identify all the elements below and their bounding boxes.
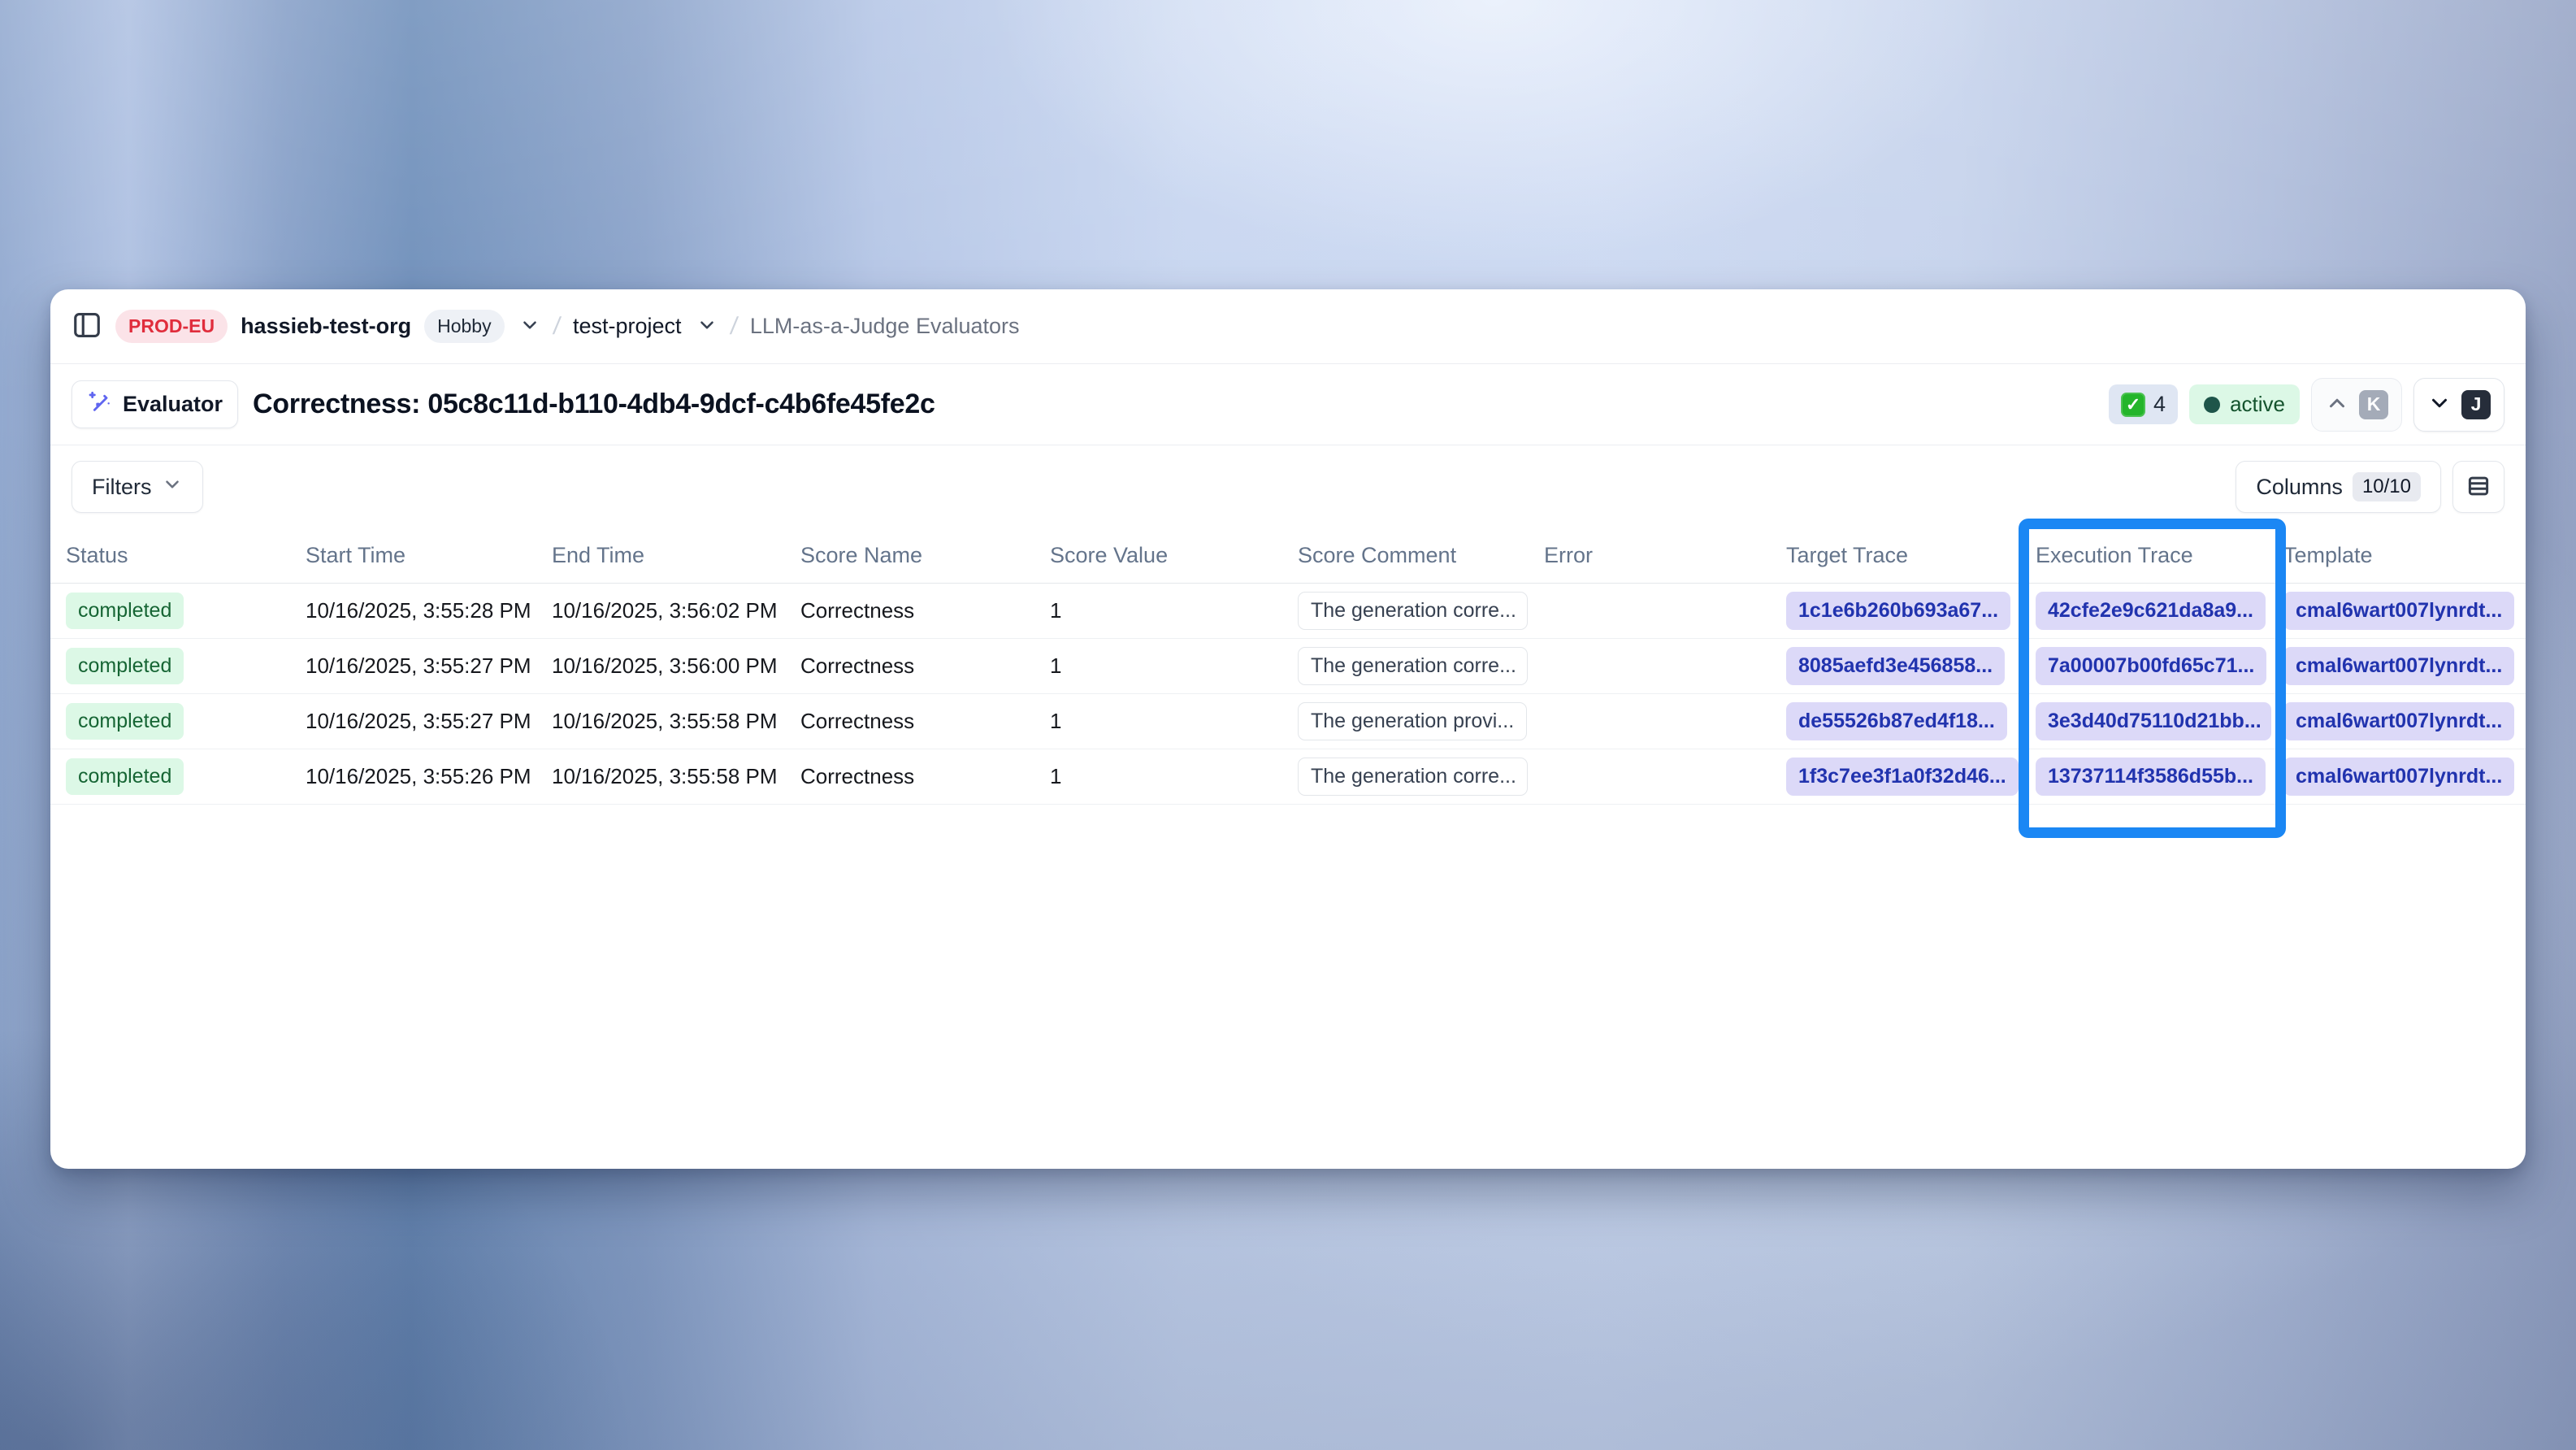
status-badge: completed: [66, 703, 184, 740]
table-toolbar: Filters Columns 10/10: [50, 445, 2526, 528]
app-window: PROD-EU hassieb-test-org Hobby / test-pr…: [50, 289, 2526, 1169]
project-switcher-button[interactable]: [696, 315, 718, 338]
cell-score-value: 1: [1050, 764, 1298, 789]
chevron-down-icon: [2427, 391, 2452, 418]
breadcrumb-separator: /: [728, 313, 739, 341]
target-trace-link[interactable]: 1f3c7ee3f1a0f32d46...: [1786, 758, 2019, 796]
column-header-end-time[interactable]: End Time: [552, 543, 800, 568]
cell-score-name: Correctness: [800, 709, 1050, 734]
column-header-execution-trace[interactable]: Execution Trace: [2036, 543, 2283, 568]
column-header-score-value[interactable]: Score Value: [1050, 543, 1298, 568]
table-row[interactable]: completed 10/16/2025, 3:55:28 PM 10/16/2…: [50, 584, 2526, 639]
cell-end-time: 10/16/2025, 3:55:58 PM: [552, 764, 800, 789]
target-trace-link[interactable]: 8085aefd3e456858...: [1786, 647, 2005, 685]
column-header-score-comment[interactable]: Score Comment: [1298, 543, 1544, 568]
breadcrumb-project[interactable]: test-project: [573, 314, 682, 339]
navigate-next-button[interactable]: J: [2413, 378, 2504, 432]
table-row[interactable]: completed 10/16/2025, 3:55:27 PM 10/16/2…: [50, 694, 2526, 749]
table-row[interactable]: completed 10/16/2025, 3:55:26 PM 10/16/2…: [50, 749, 2526, 805]
environment-badge: PROD-EU: [115, 310, 228, 343]
cell-start-time: 10/16/2025, 3:55:27 PM: [306, 653, 552, 679]
evaluations-table: Status Start Time End Time Score Name Sc…: [50, 528, 2526, 805]
breadcrumb: PROD-EU hassieb-test-org Hobby / test-pr…: [50, 289, 2526, 364]
cell-score-name: Correctness: [800, 653, 1050, 679]
cell-score-name: Correctness: [800, 598, 1050, 623]
evaluator-type-badge: Evaluator: [72, 380, 238, 428]
sidebar-toggle-button[interactable]: [72, 310, 102, 343]
panel-left-icon: [72, 310, 102, 343]
column-header-start-time[interactable]: Start Time: [306, 543, 552, 568]
template-link[interactable]: cmal6wart007lynrdt...: [2283, 647, 2514, 685]
column-header-target-trace[interactable]: Target Trace: [1786, 543, 2036, 568]
target-trace-link[interactable]: de55526b87ed4f18...: [1786, 702, 2007, 740]
completed-count-badge: ✓ 4: [2109, 384, 2178, 424]
template-link[interactable]: cmal6wart007lynrdt...: [2283, 592, 2514, 630]
breadcrumb-separator: /: [551, 313, 562, 341]
column-header-template[interactable]: Template: [2283, 543, 2526, 568]
page-title: Correctness: 05c8c11d-b110-4db4-9dcf-c4b…: [253, 389, 935, 420]
execution-trace-link[interactable]: 7a00007b00fd65c71...: [2036, 647, 2266, 685]
wand-sparkles-icon: [87, 389, 113, 419]
row-height-button[interactable]: [2452, 461, 2504, 513]
chevron-up-icon: [2325, 391, 2349, 418]
score-comment-box[interactable]: The generation provi...: [1298, 702, 1527, 740]
columns-label: Columns: [2256, 475, 2343, 500]
execution-trace-link[interactable]: 42cfe2e9c621da8a9...: [2036, 592, 2266, 630]
cell-end-time: 10/16/2025, 3:56:02 PM: [552, 598, 800, 623]
execution-trace-link[interactable]: 13737114f3586d55b...: [2036, 758, 2266, 796]
shortcut-key-k: K: [2359, 390, 2388, 419]
cell-start-time: 10/16/2025, 3:55:28 PM: [306, 598, 552, 623]
score-comment-box[interactable]: The generation corre...: [1298, 592, 1528, 630]
chevron-down-icon: [162, 474, 183, 501]
table-row[interactable]: completed 10/16/2025, 3:55:27 PM 10/16/2…: [50, 639, 2526, 694]
status-dot-icon: [2204, 397, 2220, 413]
status-badge: active: [2189, 384, 2300, 424]
desktop-background: { "breadcrumb": { "env_badge": "PROD-EU"…: [0, 0, 2576, 1450]
cell-score-name: Correctness: [800, 764, 1050, 789]
filters-button[interactable]: Filters: [72, 461, 203, 513]
org-switcher-button[interactable]: [519, 315, 540, 338]
target-trace-link[interactable]: 1c1e6b260b693a67...: [1786, 592, 2010, 630]
evaluator-type-label: Evaluator: [123, 392, 223, 417]
breadcrumb-org[interactable]: hassieb-test-org: [241, 314, 411, 339]
navigate-previous-button[interactable]: K: [2311, 378, 2402, 432]
rows-icon: [2465, 472, 2492, 502]
cell-score-value: 1: [1050, 653, 1298, 679]
score-comment-box[interactable]: The generation corre...: [1298, 758, 1528, 796]
plan-badge: Hobby: [424, 310, 504, 343]
status-badge: completed: [66, 648, 184, 684]
status-label: active: [2230, 392, 2285, 417]
column-header-status[interactable]: Status: [66, 543, 306, 568]
shortcut-key-j: J: [2461, 390, 2491, 419]
execution-trace-link[interactable]: 3e3d40d75110d21bb...: [2036, 702, 2271, 740]
chevron-down-icon: [519, 315, 540, 338]
table-header-row: Status Start Time End Time Score Name Sc…: [50, 528, 2526, 584]
status-badge: completed: [66, 593, 184, 629]
filters-label: Filters: [92, 475, 152, 500]
template-link[interactable]: cmal6wart007lynrdt...: [2283, 702, 2514, 740]
cell-end-time: 10/16/2025, 3:55:58 PM: [552, 709, 800, 734]
column-header-score-name[interactable]: Score Name: [800, 543, 1050, 568]
cell-start-time: 10/16/2025, 3:55:26 PM: [306, 764, 552, 789]
cell-score-value: 1: [1050, 598, 1298, 623]
chevron-down-icon: [696, 315, 718, 338]
score-comment-box[interactable]: The generation corre...: [1298, 647, 1528, 685]
columns-button[interactable]: Columns 10/10: [2236, 461, 2441, 513]
status-badge: completed: [66, 758, 184, 795]
template-link[interactable]: cmal6wart007lynrdt...: [2283, 758, 2514, 796]
check-icon: ✓: [2121, 393, 2145, 417]
cell-end-time: 10/16/2025, 3:56:00 PM: [552, 653, 800, 679]
cell-start-time: 10/16/2025, 3:55:27 PM: [306, 709, 552, 734]
detail-header: Evaluator Correctness: 05c8c11d-b110-4db…: [50, 364, 2526, 445]
column-header-error[interactable]: Error: [1544, 543, 1786, 568]
columns-count-chip: 10/10: [2353, 472, 2421, 501]
cell-score-value: 1: [1050, 709, 1298, 734]
breadcrumb-page: LLM-as-a-Judge Evaluators: [750, 314, 1020, 339]
completed-count: 4: [2153, 392, 2166, 417]
